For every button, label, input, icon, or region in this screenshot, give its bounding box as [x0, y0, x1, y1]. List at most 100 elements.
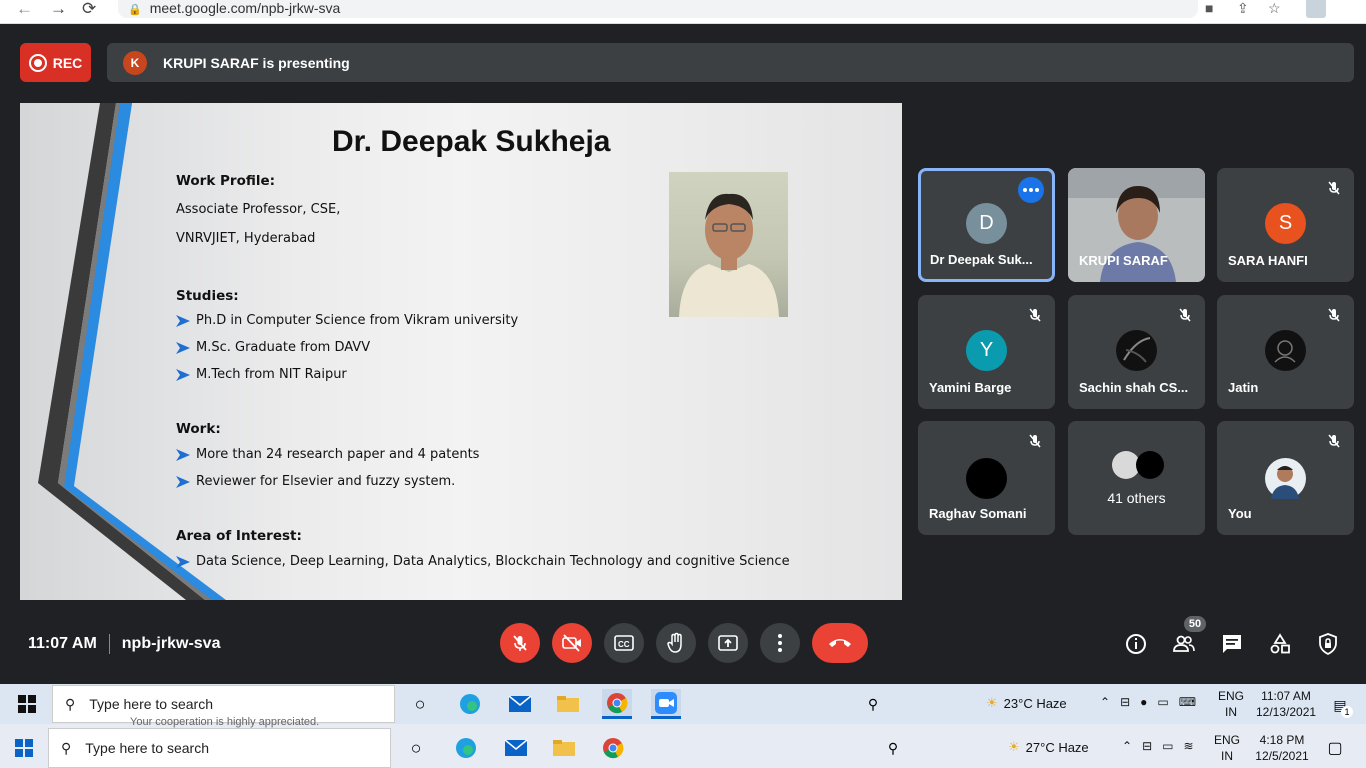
weather-widget[interactable]: ☀ 27°C Haze: [1008, 739, 1089, 755]
mail-icon[interactable]: [501, 733, 531, 763]
windows-start-icon[interactable]: [15, 739, 33, 757]
avatar: D: [966, 203, 1007, 244]
chrome-icon[interactable]: [598, 733, 628, 763]
participant-tile[interactable]: Jatin: [1217, 295, 1354, 409]
present-icon: [718, 635, 738, 651]
interest-item: Data Science, Deep Learning, Data Analyt…: [176, 554, 790, 569]
avatar: [1136, 451, 1164, 479]
taskbar-bottom: Your cooperation is highly appreciated. …: [0, 716, 1366, 768]
mail-icon[interactable]: [505, 689, 535, 719]
url-text: meet.google.com/npb-jrkw-sva: [149, 0, 341, 16]
rec-label: REC: [52, 54, 83, 71]
profile-avatar[interactable]: [1306, 0, 1326, 18]
system-tray[interactable]: ⌃ ⊟ ● ▭ ⌨: [1100, 695, 1196, 709]
battery-icon: ▭: [1157, 695, 1169, 709]
weather-icon: ☀: [986, 695, 998, 710]
meeting-details-icon[interactable]: [1124, 632, 1148, 656]
windows-start-icon[interactable]: [18, 695, 36, 713]
meeting-time: 11:07 AM: [28, 635, 97, 652]
battery-icon: ▭: [1162, 739, 1174, 753]
avatar: [1265, 458, 1306, 499]
more-options-icon[interactable]: [1018, 177, 1044, 203]
studies-item: M.Sc. Graduate from DAVV: [176, 340, 370, 355]
participant-tile[interactable]: Y Yamini Barge: [918, 295, 1055, 409]
mic-muted-icon: [1328, 308, 1340, 322]
mic-muted-icon: [1328, 434, 1340, 448]
mic-toggle-button[interactable]: [500, 623, 540, 663]
meeting-info: 11:07 AM npb-jrkw-sva: [28, 634, 220, 654]
back-icon[interactable]: ←: [16, 0, 33, 18]
notifications-icon[interactable]: ▢: [1320, 733, 1350, 763]
address-bar[interactable]: 🔒 meet.google.com/npb-jrkw-sva: [118, 0, 1198, 18]
bullet-arrow-icon: [176, 555, 190, 568]
mic-muted-icon: [1328, 181, 1340, 195]
taskbar-search[interactable]: ⚲ Type here to search: [48, 728, 391, 768]
notifications-icon[interactable]: ▤ 1: [1325, 690, 1355, 720]
edge-icon[interactable]: [455, 689, 485, 719]
language-indicator[interactable]: ENG IN: [1214, 732, 1240, 764]
avatar: [1116, 330, 1157, 371]
people-icon[interactable]: [1172, 632, 1196, 656]
raise-hand-button[interactable]: [656, 623, 696, 663]
zoom-icon[interactable]: [651, 689, 681, 719]
language-indicator[interactable]: ENG IN: [1218, 688, 1244, 720]
file-explorer-icon[interactable]: [549, 733, 579, 763]
reload-icon[interactable]: ⟳: [82, 0, 96, 18]
background-window-text: Your cooperation is highly appreciated.: [130, 716, 320, 728]
others-count-label: 41 others: [1107, 490, 1166, 506]
studies-item: M.Tech from NIT Raipur: [176, 367, 347, 382]
others-tile[interactable]: 41 others: [1068, 421, 1205, 535]
bullet-arrow-icon: [176, 475, 190, 488]
bookmark-star-icon[interactable]: ☆: [1268, 0, 1281, 16]
camera-icon[interactable]: ■: [1205, 0, 1213, 16]
meet-now-icon[interactable]: ⚲: [858, 689, 888, 719]
slide-title: Dr. Deepak Sukheja: [332, 125, 611, 158]
taskbar-clock[interactable]: 11:07 AM 12/13/2021: [1256, 688, 1316, 720]
studies-heading: Studies:: [176, 288, 239, 304]
participant-name: KRUPI SARAF: [1079, 253, 1168, 268]
system-tray[interactable]: ⌃ ⊟ ▭ ≋: [1122, 739, 1194, 753]
svg-text:CC: CC: [618, 640, 630, 649]
camera-off-icon: [562, 634, 581, 652]
participant-tile[interactable]: Raghav Somani: [918, 421, 1055, 535]
weather-widget[interactable]: ☀ 23°C Haze: [986, 695, 1067, 711]
more-options-button[interactable]: [760, 623, 800, 663]
recording-indicator: REC: [20, 43, 91, 82]
share-icon[interactable]: ⇪: [1237, 0, 1249, 16]
presenting-banner: K KRUPI SARAF is presenting: [107, 43, 1354, 82]
participant-tile[interactable]: D Dr Deepak Suk...: [918, 168, 1055, 282]
chat-icon[interactable]: [1220, 632, 1244, 656]
forward-icon[interactable]: →: [50, 0, 67, 18]
network-icon: ⊟: [1120, 695, 1131, 709]
leave-call-button[interactable]: [812, 623, 868, 663]
participant-tile[interactable]: S SARA HANFI: [1217, 168, 1354, 282]
participant-name: Raghav Somani: [929, 506, 1027, 521]
mic-tray-icon: ●: [1140, 695, 1148, 709]
lock-icon: 🔒: [128, 4, 142, 16]
task-view-icon[interactable]: ○: [401, 733, 431, 763]
camera-toggle-button[interactable]: [552, 623, 592, 663]
bullet-arrow-icon: [176, 448, 190, 461]
meet-now-icon[interactable]: ⚲: [878, 733, 908, 763]
file-explorer-icon[interactable]: [553, 689, 583, 719]
present-now-button[interactable]: [708, 623, 748, 663]
participant-tile[interactable]: KRUPI SARAF: [1068, 168, 1205, 282]
task-view-icon[interactable]: ○: [405, 689, 435, 719]
meeting-code: npb-jrkw-sva: [121, 635, 221, 652]
participant-name: Jatin: [1228, 380, 1259, 395]
wifi-icon: ≋: [1183, 739, 1194, 753]
captions-button[interactable]: CC: [604, 623, 644, 663]
participant-tile[interactable]: You: [1217, 421, 1354, 535]
bullet-arrow-icon: [176, 341, 190, 354]
presenting-text: KRUPI SARAF is presenting: [163, 54, 350, 71]
participant-tile[interactable]: Sachin shah CS...: [1068, 295, 1205, 409]
presenter-avatar: K: [123, 50, 147, 75]
chrome-icon[interactable]: [602, 689, 632, 719]
work-item: More than 24 research paper and 4 patent…: [176, 447, 479, 462]
work-profile-line: VNRVJIET, Hyderabad: [176, 231, 316, 246]
activities-icon[interactable]: [1268, 632, 1292, 656]
edge-icon[interactable]: [451, 733, 481, 763]
taskbar-clock[interactable]: 4:18 PM 12/5/2021: [1252, 732, 1312, 764]
host-controls-icon[interactable]: [1316, 632, 1340, 656]
work-profile-heading: Work Profile:: [176, 173, 276, 189]
